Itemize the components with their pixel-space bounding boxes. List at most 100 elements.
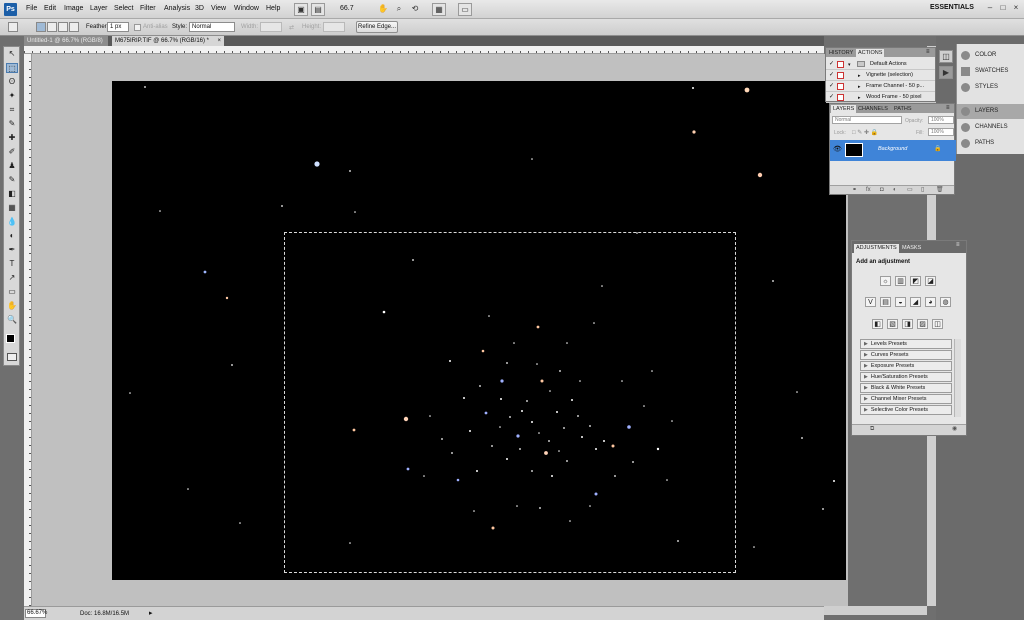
panel-menu-icon[interactable]: ≡ [946, 105, 950, 111]
pen-tool-icon[interactable]: ✒ [6, 245, 18, 255]
hand-tool-icon[interactable]: ✋ [6, 301, 18, 311]
menu-help[interactable]: Help [266, 5, 280, 12]
adjustment-layer-icon[interactable]: ◐ [893, 187, 897, 194]
black-white-icon[interactable]: ◢ [910, 297, 921, 307]
action-row[interactable]: ✓ ▸ Vignette (selection) [826, 70, 935, 81]
healing-brush-tool-icon[interactable]: ✚ [6, 133, 18, 143]
workspace-switcher[interactable]: ESSENTIALS [930, 4, 974, 11]
layer-row-background[interactable]: 👁 Background 🔒 [830, 140, 956, 161]
new-group-icon[interactable]: ▭ [907, 187, 913, 194]
width-input[interactable] [260, 22, 282, 32]
ruler-horizontal[interactable] [24, 46, 824, 54]
swap-icon[interactable]: ⇄ [289, 24, 294, 31]
feather-input[interactable]: 1 px [107, 22, 129, 32]
vibrance-icon[interactable]: V [865, 297, 876, 307]
dock-item-color[interactable]: COLOR [957, 48, 1024, 63]
menu-edit[interactable]: Edit [44, 5, 56, 12]
history-panel-icon[interactable]: ◫ [939, 50, 953, 63]
exposure-icon[interactable]: ◪ [925, 276, 936, 286]
magic-wand-tool-icon[interactable]: ✦ [6, 91, 18, 101]
dialog-toggle-icon[interactable] [837, 94, 844, 101]
action-row[interactable]: ✓ ▾ Default Actions [826, 59, 935, 70]
restore-button[interactable]: □ [999, 4, 1007, 12]
preset-curves[interactable]: ▶ Curves Presets [860, 350, 952, 360]
action-row[interactable]: ✓ ▸ Wood Frame - 50 pixel [826, 92, 935, 103]
tab-history[interactable]: HISTORY [827, 49, 855, 57]
refine-edge-button[interactable]: Refine Edge... [356, 21, 398, 33]
bridge-icon[interactable]: ▣ [294, 3, 308, 16]
hand-icon[interactable]: ✋ [376, 3, 390, 16]
menu-image[interactable]: Image [64, 5, 83, 12]
tab-actions[interactable]: ACTIONS [856, 49, 885, 57]
link-layers-icon[interactable]: ⚭ [852, 187, 857, 194]
menu-3d[interactable]: 3D [195, 5, 204, 12]
tab-close-icon[interactable]: × [217, 36, 221, 46]
dodge-tool-icon[interactable]: ◐ [6, 231, 18, 241]
dock-item-layers[interactable]: LAYERS [957, 104, 1024, 119]
menu-file[interactable]: File [26, 5, 37, 12]
screen-mode-icon[interactable]: ▭ [458, 3, 472, 16]
dialog-toggle-icon[interactable] [837, 72, 844, 79]
brush-tool-icon[interactable]: ✐ [6, 147, 18, 157]
gradient-tool-icon[interactable]: ▦ [6, 203, 18, 213]
channel-mixer-icon[interactable]: ◍ [940, 297, 951, 307]
clip-to-layer-icon[interactable]: ⧉ [870, 426, 874, 433]
panel-menu-icon[interactable]: ≡ [926, 49, 930, 55]
tab-paths[interactable]: PATHS [892, 105, 914, 113]
preset-channel-mixer[interactable]: ▶ Channel Mixer Presets [860, 394, 952, 404]
subtract-selection-icon[interactable] [58, 22, 68, 32]
expand-triangle-icon[interactable]: ▸ [858, 93, 861, 103]
lasso-tool-icon[interactable]: ʘ [6, 77, 18, 87]
ruler-vertical[interactable] [24, 54, 32, 606]
shape-tool-icon[interactable]: ▭ [6, 287, 18, 297]
panel-options-icon[interactable]: ◉ [952, 426, 957, 433]
dock-item-channels[interactable]: CHANNELS [957, 120, 1024, 135]
new-layer-icon[interactable]: ▯ [921, 187, 924, 194]
height-input[interactable] [323, 22, 345, 32]
preset-hue-saturation[interactable]: ▶ Hue/Saturation Presets [860, 372, 952, 382]
menu-layer[interactable]: Layer [90, 5, 108, 12]
blend-mode-select[interactable]: Normal [832, 116, 902, 124]
panel-menu-icon[interactable]: ≡ [956, 242, 960, 248]
brightness-contrast-icon[interactable]: ☼ [880, 276, 891, 286]
visibility-eye-icon[interactable]: 👁 [833, 146, 842, 154]
dock-item-paths[interactable]: PATHS [957, 136, 1024, 151]
close-button[interactable]: × [1012, 4, 1020, 12]
status-zoom-field[interactable]: 66.67% [25, 609, 47, 618]
zoom-tool-icon[interactable]: 🔍 [6, 315, 18, 325]
invert-icon[interactable]: ◧ [872, 319, 883, 329]
eyedropper-tool-icon[interactable]: ✎ [6, 119, 18, 129]
move-tool-icon[interactable]: ↖ [6, 49, 18, 59]
preset-black-white[interactable]: ▶ Black & White Presets [860, 383, 952, 393]
tab-adjustments[interactable]: ADJUSTMENTS [854, 244, 899, 253]
dialog-toggle-icon[interactable] [837, 61, 844, 68]
rotate-view-icon[interactable]: ⟲ [408, 3, 422, 16]
antialias-checkbox[interactable] [134, 24, 141, 31]
tab-m675irip[interactable]: M675IRIP.TIF @ 66.7% (RGB/16) * × [112, 36, 224, 46]
preset-exposure[interactable]: ▶ Exposure Presets [860, 361, 952, 371]
dock-item-styles[interactable]: STYLES [957, 80, 1024, 95]
expand-triangle-icon[interactable]: ▸ [858, 82, 861, 92]
opacity-field[interactable]: 100% [928, 116, 954, 124]
dock-item-swatches[interactable]: SWATCHES [957, 64, 1024, 79]
curves-icon[interactable]: ◩ [910, 276, 921, 286]
tab-layers[interactable]: LAYERS [831, 105, 857, 113]
minimize-button[interactable]: – [986, 4, 994, 12]
gradient-map-icon[interactable]: ▨ [917, 319, 928, 329]
arrange-documents-icon[interactable]: ▦ [432, 3, 446, 16]
hue-saturation-icon[interactable]: ▤ [880, 297, 891, 307]
tool-preset-icon[interactable] [8, 22, 18, 32]
rectangular-selection[interactable] [284, 232, 736, 573]
menu-view[interactable]: View [211, 5, 226, 12]
posterize-icon[interactable]: ▧ [887, 319, 898, 329]
eraser-tool-icon[interactable]: ◧ [6, 189, 18, 199]
quick-mask-icon[interactable] [7, 353, 17, 361]
zoom-tool-icon[interactable]: ⌕ [392, 3, 406, 16]
style-select[interactable]: Normal [189, 22, 235, 32]
threshold-icon[interactable]: ◨ [902, 319, 913, 329]
clone-stamp-tool-icon[interactable]: ♟ [6, 161, 18, 171]
blur-tool-icon[interactable]: 💧 [6, 217, 18, 227]
presets-scrollbar[interactable] [954, 339, 961, 417]
photo-filter-icon[interactable]: ◕ [925, 297, 936, 307]
expand-triangle-icon[interactable]: ▾ [848, 60, 851, 70]
